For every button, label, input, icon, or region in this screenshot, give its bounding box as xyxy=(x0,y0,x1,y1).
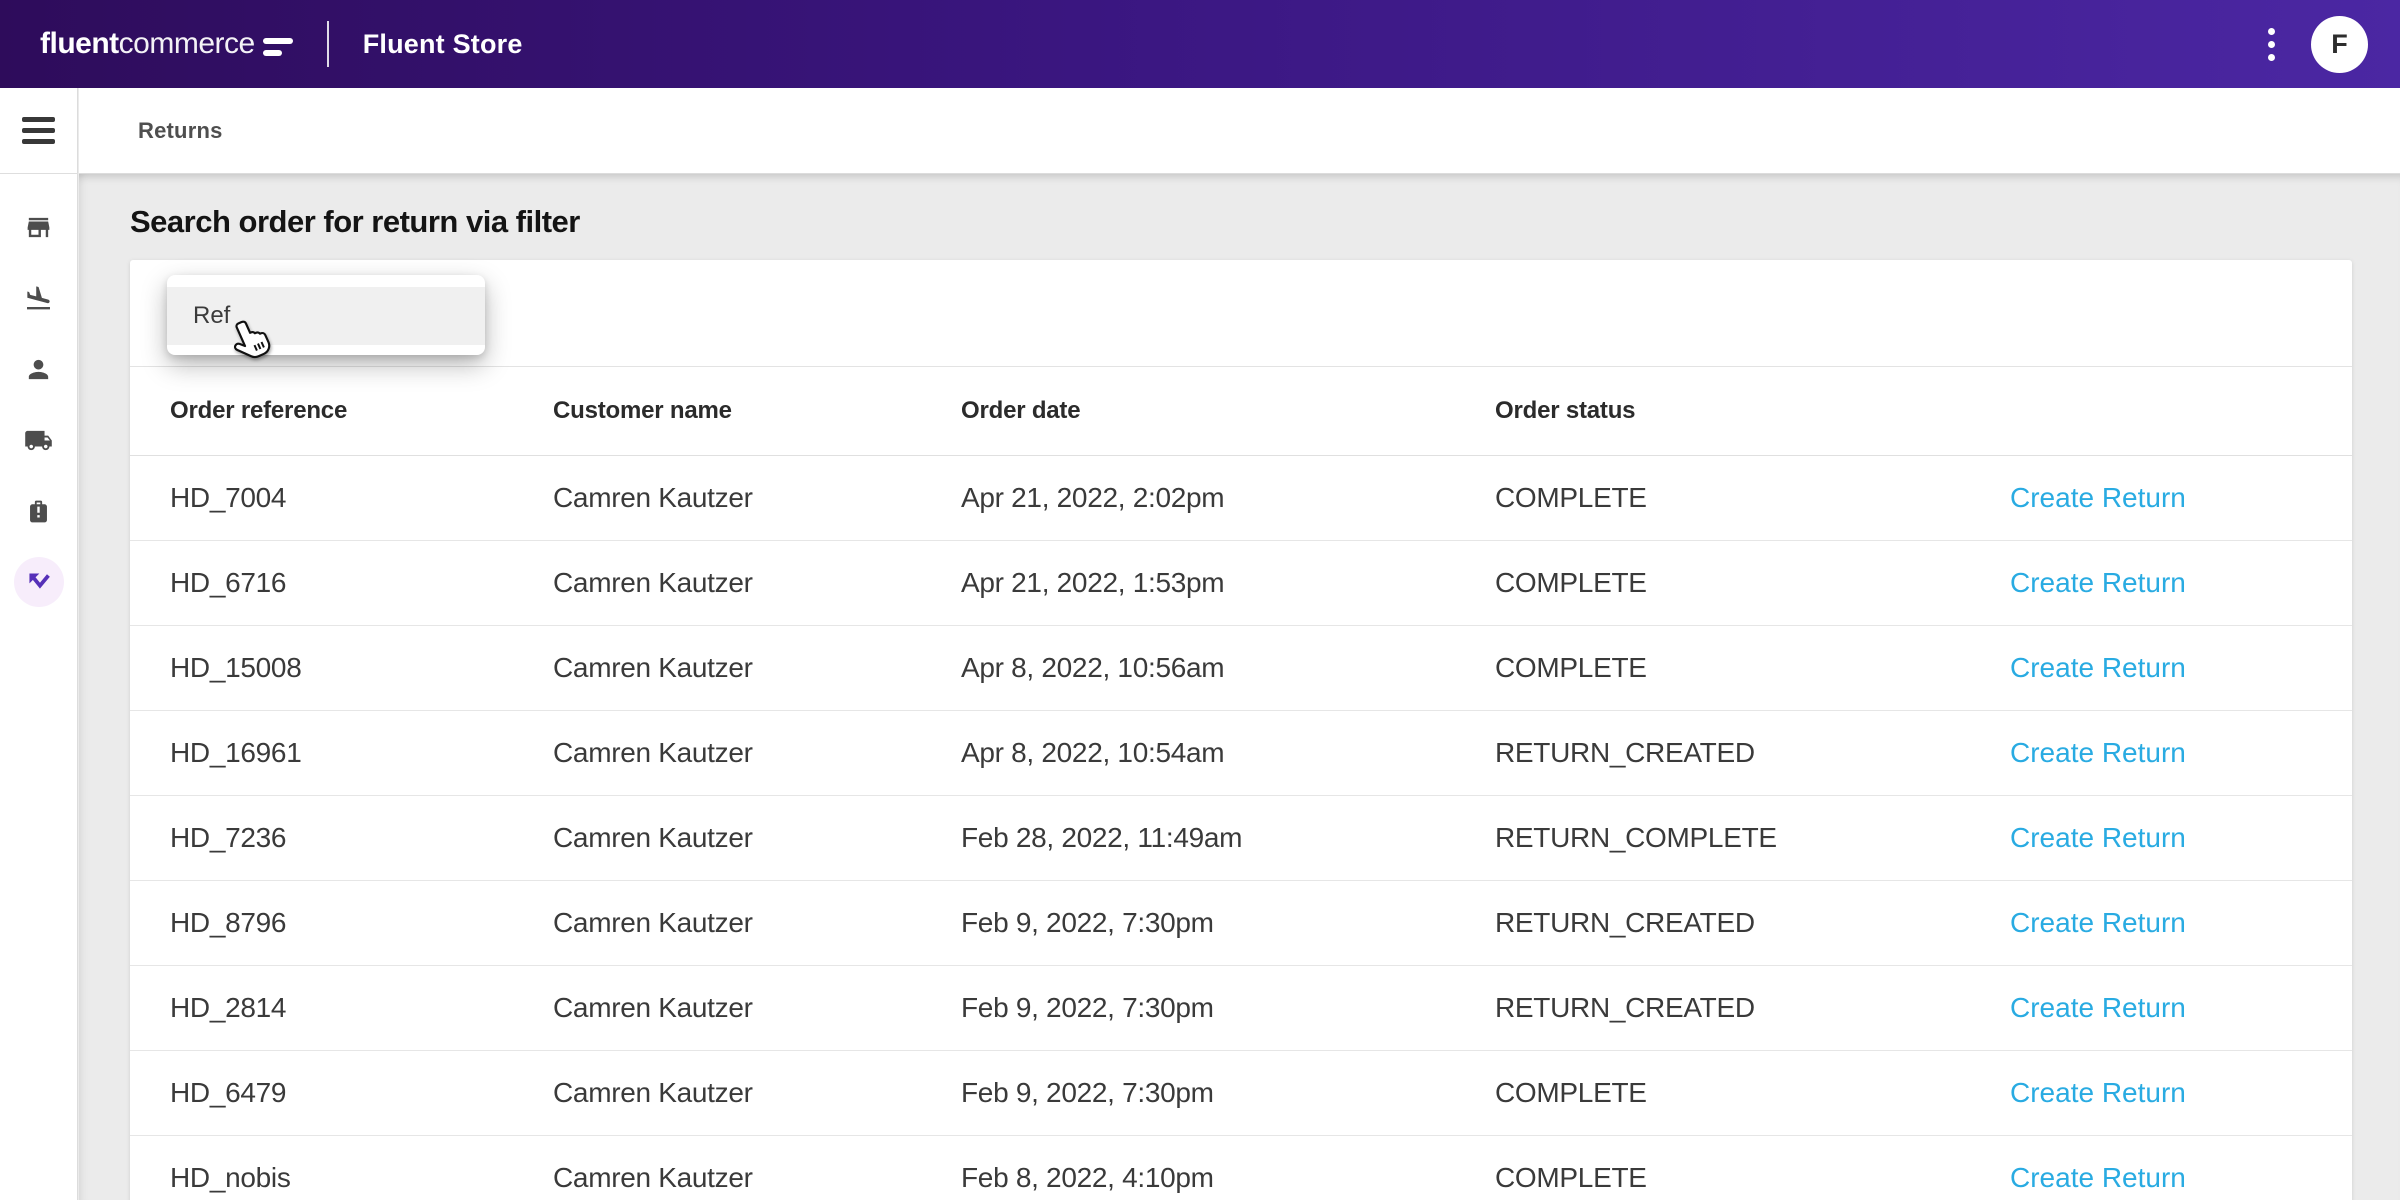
create-return-link[interactable]: Create Return xyxy=(2010,1077,2186,1108)
cell-order-status: RETURN_CREATED xyxy=(1495,737,2010,769)
cell-order-reference: HD_8796 xyxy=(170,907,553,939)
cell-order-date: Feb 9, 2022, 7:30pm xyxy=(961,907,1495,939)
table-row: HD_7004 Camren Kautzer Apr 21, 2022, 2:0… xyxy=(130,456,2352,541)
create-return-link[interactable]: Create Return xyxy=(2010,482,2186,513)
cell-order-date: Feb 9, 2022, 7:30pm xyxy=(961,1077,1495,1109)
cell-order-date: Apr 8, 2022, 10:54am xyxy=(961,737,1495,769)
create-return-link[interactable]: Create Return xyxy=(2010,737,2186,768)
storefront-icon xyxy=(24,213,53,242)
cell-order-reference: HD_16961 xyxy=(170,737,553,769)
cell-order-reference: HD_15008 xyxy=(170,652,553,684)
sidebar-item-arrivals[interactable] xyxy=(14,273,64,323)
table-body: HD_7004 Camren Kautzer Apr 21, 2022, 2:0… xyxy=(130,456,2352,1200)
column-header-order-reference: Order reference xyxy=(170,397,553,425)
logo-text-bold: fluent xyxy=(40,27,119,60)
person-icon xyxy=(24,355,53,384)
menu-toggle-button[interactable] xyxy=(0,88,78,174)
cell-customer-name: Camren Kautzer xyxy=(553,822,961,854)
cell-order-date: Apr 21, 2022, 2:02pm xyxy=(961,482,1495,514)
cell-customer-name: Camren Kautzer xyxy=(553,567,961,599)
logo-text-light: commerce xyxy=(119,27,255,60)
cell-order-reference: HD_7004 xyxy=(170,482,553,514)
sidebar-item-shipping[interactable] xyxy=(14,415,64,465)
app-header: fluentcommerce Fluent Store F xyxy=(0,0,2400,88)
cell-customer-name: Camren Kautzer xyxy=(553,737,961,769)
cell-customer-name: Camren Kautzer xyxy=(553,907,961,939)
page-toolbar: Returns xyxy=(79,88,2400,174)
main-content: Search order for return via filter Ref O… xyxy=(79,174,2400,1200)
cell-order-reference: HD_7236 xyxy=(170,822,553,854)
cell-order-reference: HD_6479 xyxy=(170,1077,553,1109)
sidebar xyxy=(0,88,78,1200)
filter-dropdown[interactable]: Ref xyxy=(167,275,485,355)
column-header-customer-name: Customer name xyxy=(553,397,961,425)
filter-section: Ref xyxy=(130,260,2352,367)
sidebar-nav xyxy=(14,174,64,607)
create-return-link[interactable]: Create Return xyxy=(2010,567,2186,598)
cell-order-status: COMPLETE xyxy=(1495,1162,2010,1194)
table-row: HD_15008 Camren Kautzer Apr 8, 2022, 10:… xyxy=(130,626,2352,711)
column-header-order-date: Order date xyxy=(961,397,1495,425)
table-row: HD_nobis Camren Kautzer Feb 8, 2022, 4:1… xyxy=(130,1136,2352,1200)
cell-order-status: COMPLETE xyxy=(1495,652,2010,684)
cell-order-status: RETURN_COMPLETE xyxy=(1495,822,2010,854)
table-row: HD_8796 Camren Kautzer Feb 9, 2022, 7:30… xyxy=(130,881,2352,966)
table-row: HD_6716 Camren Kautzer Apr 21, 2022, 1:5… xyxy=(130,541,2352,626)
sidebar-item-customers[interactable] xyxy=(14,344,64,394)
page-title: Search order for return via filter xyxy=(130,204,2400,240)
table-row: HD_6479 Camren Kautzer Feb 9, 2022, 7:30… xyxy=(130,1051,2352,1136)
cell-order-reference: HD_6716 xyxy=(170,567,553,599)
header-divider xyxy=(327,21,329,67)
cell-customer-name: Camren Kautzer xyxy=(553,992,961,1024)
create-return-link[interactable]: Create Return xyxy=(2010,1162,2186,1193)
create-return-link[interactable]: Create Return xyxy=(2010,652,2186,683)
cell-order-date: Apr 8, 2022, 10:56am xyxy=(961,652,1495,684)
table-row: HD_16961 Camren Kautzer Apr 8, 2022, 10:… xyxy=(130,711,2352,796)
user-avatar[interactable]: F xyxy=(2311,16,2368,73)
cell-order-status: COMPLETE xyxy=(1495,1077,2010,1109)
column-header-order-status: Order status xyxy=(1495,397,2010,425)
cell-order-date: Feb 8, 2022, 4:10pm xyxy=(961,1162,1495,1194)
table-row: HD_2814 Camren Kautzer Feb 9, 2022, 7:30… xyxy=(130,966,2352,1051)
cell-order-reference: HD_2814 xyxy=(170,992,553,1024)
cell-order-status: RETURN_CREATED xyxy=(1495,992,2010,1024)
overflow-menu-icon[interactable] xyxy=(2260,20,2283,69)
cell-customer-name: Camren Kautzer xyxy=(553,1077,961,1109)
cell-customer-name: Camren Kautzer xyxy=(553,1162,961,1194)
create-return-link[interactable]: Create Return xyxy=(2010,992,2186,1023)
cell-customer-name: Camren Kautzer xyxy=(553,482,961,514)
cell-order-date: Apr 21, 2022, 1:53pm xyxy=(961,567,1495,599)
cell-customer-name: Camren Kautzer xyxy=(553,652,961,684)
table-row: HD_7236 Camren Kautzer Feb 28, 2022, 11:… xyxy=(130,796,2352,881)
returns-card: Ref Order reference Customer name Order … xyxy=(130,260,2352,1200)
cell-order-status: COMPLETE xyxy=(1495,567,2010,599)
truck-icon xyxy=(24,426,53,455)
fluentcommerce-logo-mark-icon xyxy=(263,38,293,56)
create-return-link[interactable]: Create Return xyxy=(2010,907,2186,938)
flight-land-icon xyxy=(24,284,53,313)
cell-order-status: RETURN_CREATED xyxy=(1495,907,2010,939)
sidebar-item-returns[interactable] xyxy=(14,557,64,607)
app-title: Fluent Store xyxy=(363,29,523,60)
cell-order-reference: HD_nobis xyxy=(170,1162,553,1194)
cell-order-date: Feb 28, 2022, 11:49am xyxy=(961,822,1495,854)
breadcrumb: Returns xyxy=(138,118,223,144)
fluentcommerce-logo: fluentcommerce xyxy=(40,27,293,61)
returns-icon xyxy=(24,568,53,597)
luggage-alert-icon xyxy=(24,497,53,526)
cell-order-date: Feb 9, 2022, 7:30pm xyxy=(961,992,1495,1024)
sidebar-item-orders-alert[interactable] xyxy=(14,486,64,536)
filter-option-ref[interactable]: Ref xyxy=(167,287,485,345)
cell-order-status: COMPLETE xyxy=(1495,482,2010,514)
create-return-link[interactable]: Create Return xyxy=(2010,822,2186,853)
hamburger-icon xyxy=(22,117,55,144)
table-header-row: Order reference Customer name Order date… xyxy=(130,367,2352,456)
sidebar-item-store[interactable] xyxy=(14,202,64,252)
